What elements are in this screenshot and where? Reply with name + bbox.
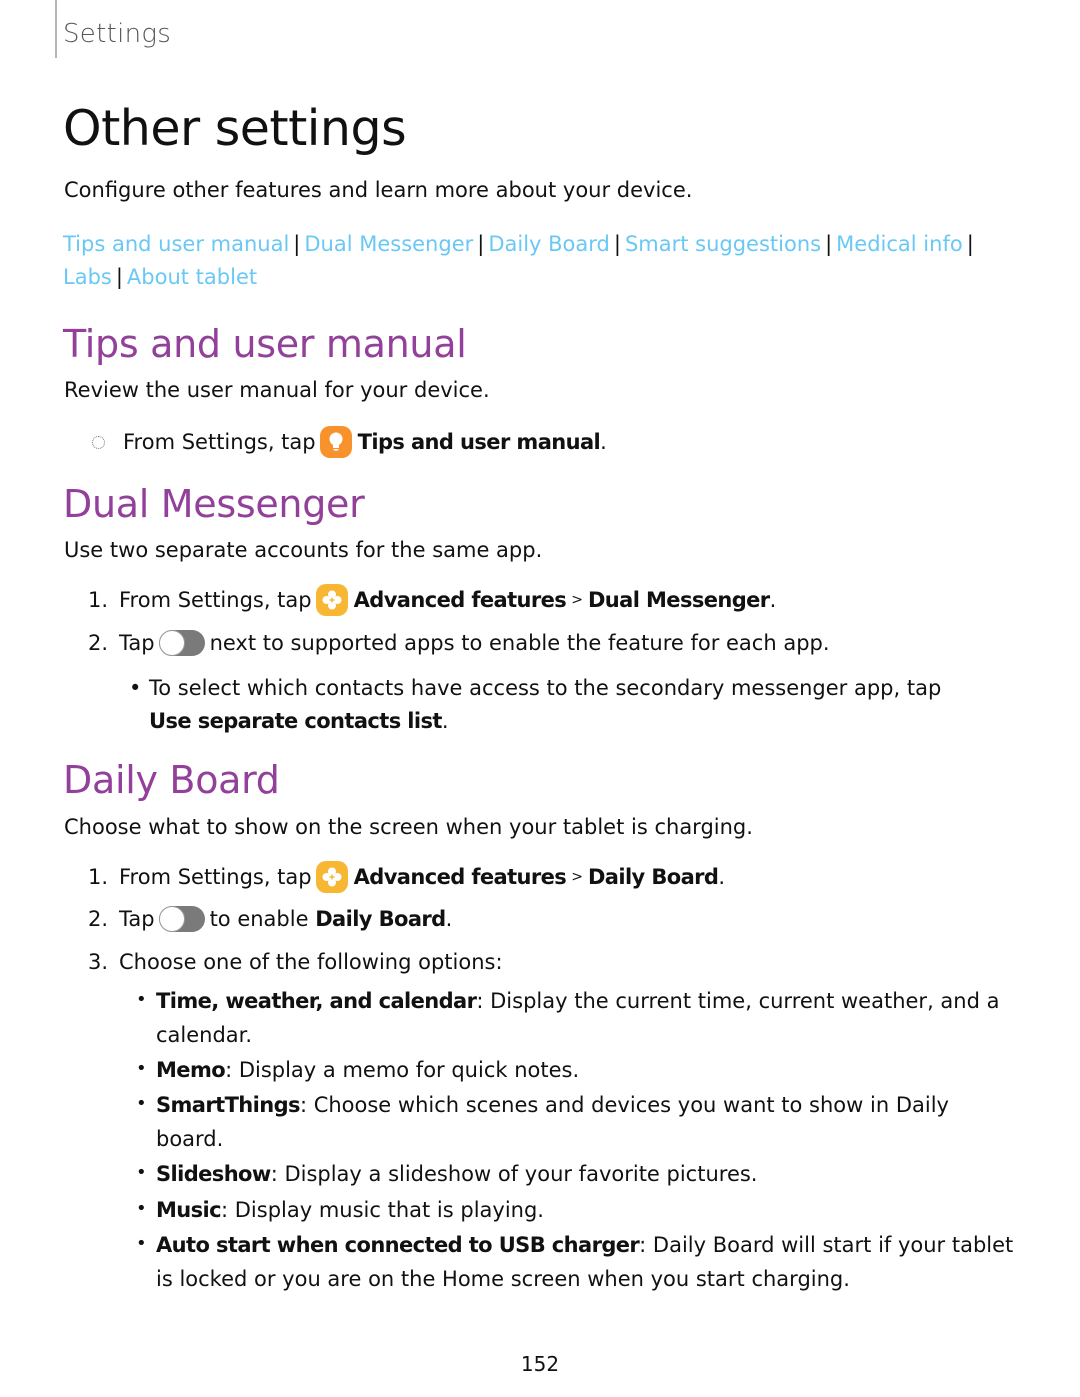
link-separator: | [613, 232, 621, 256]
daily-step-2: 2. Tap to enable Daily Board. [88, 906, 452, 932]
link-about-tablet[interactable]: About tablet [127, 265, 257, 289]
step-bullet-icon [92, 435, 105, 449]
dual-step-2: 2. Tap next to supported apps to enable … [88, 630, 830, 656]
toggle-switch-icon [158, 630, 205, 656]
option-slideshow: • Slideshow: Display a slideshow of your… [136, 1157, 1016, 1191]
option-time-weather-calendar: • Time, weather, and calendar: Display t… [136, 984, 1016, 1052]
bullet-icon: • [136, 1093, 147, 1114]
step-suffix: . [769, 588, 777, 612]
link-separator: | [115, 265, 123, 289]
option-label: Music [156, 1198, 222, 1222]
option-label: SmartThings [156, 1093, 301, 1117]
daily-step-1: 1. From Settings, tap Advanced features … [88, 861, 725, 893]
step-target: Advanced features [353, 588, 567, 612]
option-text: : Display a slideshow of your favorite p… [270, 1162, 758, 1186]
heading-daily-board: Daily Board [63, 758, 280, 802]
link-separator: | [477, 232, 485, 256]
step-number: 2. [88, 907, 109, 931]
option-smartthings: • SmartThings: Choose which scenes and d… [136, 1088, 1016, 1156]
option-label: Auto start when connected to USB charger [156, 1233, 640, 1257]
page-intro: Configure other features and learn more … [64, 178, 693, 202]
step-suffix: . [600, 430, 607, 454]
link-daily-board[interactable]: Daily Board [488, 232, 610, 256]
step-number: 2. [88, 631, 109, 655]
option-label: Slideshow [156, 1162, 271, 1186]
option-auto-start-usb: • Auto start when connected to USB charg… [136, 1228, 1016, 1296]
step-text: to enable [209, 907, 309, 931]
step-target-2: Daily Board [587, 865, 719, 889]
breadcrumb-arrow: > [571, 592, 583, 608]
step-suffix: . [718, 865, 726, 889]
step-suffix: . [445, 907, 453, 931]
dual-step-1: 1. From Settings, tap Advanced features … [88, 584, 776, 616]
step-prefix: Tap [119, 631, 155, 655]
step-number: 1. [88, 865, 109, 889]
option-text: : Display a memo for quick notes. [225, 1058, 580, 1082]
sub-bullet-suffix: . [441, 709, 449, 733]
step-number: 1. [88, 588, 109, 612]
step-bold: Daily Board [315, 907, 446, 931]
link-smart-suggestions[interactable]: Smart suggestions [625, 232, 821, 256]
link-dual-messenger[interactable]: Dual Messenger [304, 232, 473, 256]
step-prefix: From Settings, tap [119, 588, 312, 612]
option-memo: • Memo: Display a memo for quick notes. [136, 1053, 1016, 1087]
header-divider [55, 0, 57, 58]
page-title: Other settings [63, 100, 407, 157]
daily-step-3: 3. Choose one of the following options: [88, 950, 503, 974]
option-label: Time, weather, and calendar [156, 989, 477, 1013]
lightbulb-icon [319, 426, 352, 458]
step-number: 3. [88, 950, 109, 974]
advanced-features-icon [315, 861, 348, 893]
bullet-icon: • [136, 989, 147, 1010]
link-separator: | [825, 232, 833, 256]
bullet-icon: • [136, 1233, 147, 1254]
step-target: Advanced features [353, 865, 567, 889]
step-text: next to supported apps to enable the fea… [209, 631, 830, 655]
heading-dual-messenger: Dual Messenger [63, 482, 365, 526]
step-prefix: From Settings, tap [123, 430, 316, 454]
daily-description: Choose what to show on the screen when y… [64, 815, 753, 839]
page-number: 152 [520, 1352, 560, 1376]
sub-bullet-text: To select which contacts have access to … [149, 676, 942, 700]
option-label: Memo [156, 1058, 226, 1082]
step-target: Tips and user manual [357, 430, 601, 454]
step-prefix: From Settings, tap [119, 865, 312, 889]
heading-tips-and-user-manual: Tips and user manual [63, 322, 467, 366]
dual-sub-bullet: • To select which contacts have access t… [129, 672, 1019, 738]
link-labs[interactable]: Labs [63, 265, 112, 289]
tips-description: Review the user manual for your device. [64, 378, 490, 402]
link-separator: | [966, 232, 974, 256]
dual-description: Use two separate accounts for the same a… [64, 538, 543, 562]
section-links: Tips and user manual | Dual Messenger | Dail… [63, 228, 1023, 294]
link-medical-info[interactable]: Medical info [836, 232, 963, 256]
option-text: : Display music that is playing. [221, 1198, 544, 1222]
bullet-icon: • [136, 1162, 147, 1183]
step-prefix: Tap [119, 907, 155, 931]
bullet-icon: • [129, 676, 142, 700]
sub-bullet-bold: Use separate contacts list [149, 709, 442, 733]
advanced-features-icon [315, 584, 348, 616]
step-text: Choose one of the following options: [119, 950, 503, 974]
bullet-icon: • [136, 1198, 147, 1219]
breadcrumb-arrow: > [571, 869, 583, 885]
toggle-switch-icon [158, 906, 205, 932]
link-tips-and-user-manual[interactable]: Tips and user manual [63, 232, 289, 256]
step-target-2: Dual Messenger [587, 588, 770, 612]
section-label: Settings [63, 19, 172, 49]
bullet-icon: • [136, 1058, 147, 1079]
link-separator: | [293, 232, 301, 256]
tips-step: From Settings, tap Tips and user manual. [88, 426, 607, 458]
option-music: • Music: Display music that is playing. [136, 1193, 1016, 1227]
